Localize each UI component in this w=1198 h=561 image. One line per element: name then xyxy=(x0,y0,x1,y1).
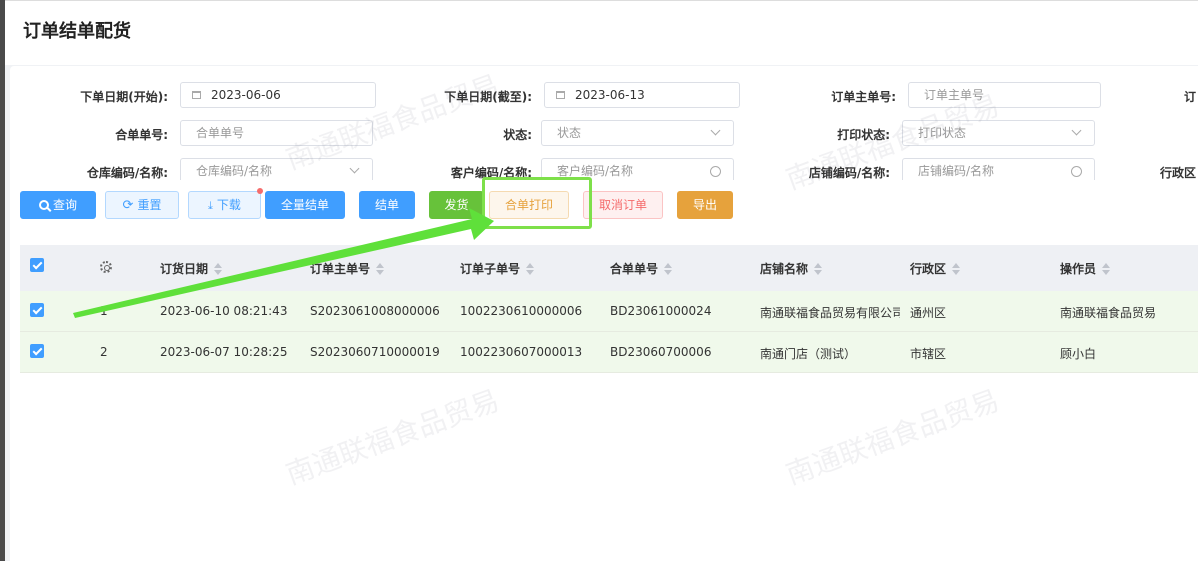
filter-form: 下单日期(开始): 2023-06-06 下单日期(截至): 2023-06-1… xyxy=(10,66,1198,180)
chevron-down-icon xyxy=(1071,125,1082,136)
search-icon xyxy=(710,166,721,177)
gear-icon[interactable] xyxy=(100,261,112,273)
cell-merge-no: BD23061000024 xyxy=(610,304,712,318)
left-sidebar-edge xyxy=(0,0,5,561)
table-row[interactable]: 1 2023-06-10 08:21:43 S2023061008000006 … xyxy=(20,291,1198,332)
sort-icon xyxy=(214,263,223,275)
print-status-label: 打印状态: xyxy=(837,128,890,142)
cell-operator: 顾小白 xyxy=(1060,347,1097,361)
cell-store: 南通联福食品贸易有限公司 xyxy=(760,306,900,320)
ship-button[interactable]: 发货 xyxy=(429,191,484,219)
table-row[interactable]: 2 2023-06-07 10:28:25 S2023060710000019 … xyxy=(20,332,1198,373)
cell-sub-no: 1002230610000006 xyxy=(460,304,583,318)
column-header-store[interactable]: 店铺名称 xyxy=(760,260,823,277)
row-checkbox[interactable] xyxy=(30,344,44,358)
download-icon: ⤓ xyxy=(208,199,213,212)
order-main-no-placeholder: 订单主单号 xyxy=(924,88,985,102)
search-icon xyxy=(1071,166,1082,177)
sort-icon xyxy=(376,263,385,275)
row-index: 2 xyxy=(100,345,108,359)
cell-date: 2023-06-10 08:21:43 xyxy=(160,304,288,318)
row-index: 1 xyxy=(100,304,108,318)
notification-dot xyxy=(257,188,263,194)
status-select[interactable]: 状态 xyxy=(541,120,734,146)
close-all-button[interactable]: 全量结单 xyxy=(265,191,345,219)
cell-operator: 南通联福食品贸易 xyxy=(1060,306,1157,320)
end-date-value: 2023-06-13 xyxy=(575,88,645,102)
search-icon xyxy=(38,200,49,210)
cell-sub-no: 1002230607000013 xyxy=(460,345,583,359)
store-label: 店铺编码/名称: xyxy=(808,166,890,180)
column-header-main-no[interactable]: 订单主单号 xyxy=(310,260,385,277)
column-header-merge-no[interactable]: 合单单号 xyxy=(610,260,673,277)
close-order-button[interactable]: 结单 xyxy=(359,191,415,219)
chevron-down-icon xyxy=(349,163,360,174)
status-placeholder: 状态 xyxy=(557,126,582,140)
district-label: 行政区 xyxy=(1160,166,1197,180)
order-main-no-input[interactable]: 订单主单号 xyxy=(908,82,1101,108)
order-main-no-label: 订单主单号: xyxy=(831,90,896,104)
cell-date: 2023-06-07 10:28:25 xyxy=(160,345,288,359)
start-date-value: 2023-06-06 xyxy=(211,88,281,102)
row-checkbox[interactable] xyxy=(30,303,44,317)
end-date-label: 下单日期(截至): xyxy=(444,90,532,104)
calendar-icon xyxy=(192,91,201,99)
watermark: 南通联福食品贸易 xyxy=(281,383,504,492)
sort-icon xyxy=(814,263,823,275)
table-header: 订货日期 订单主单号 订单子单号 合单单号 店铺名称 行政区 操作员 xyxy=(20,245,1198,291)
reset-button[interactable]: ⟳ 重置 xyxy=(105,191,179,219)
page-title: 订单结单配货 xyxy=(23,21,131,42)
select-all-checkbox[interactable] xyxy=(30,258,44,272)
column-header-operator[interactable]: 操作员 xyxy=(1060,260,1111,277)
print-status-placeholder: 打印状态 xyxy=(918,126,967,140)
watermark: 南通联福食品贸易 xyxy=(781,383,1004,492)
warehouse-select[interactable]: 仓库编码/名称 xyxy=(180,158,373,180)
column-header-sub-no[interactable]: 订单子单号 xyxy=(460,260,535,277)
cell-district: 市辖区 xyxy=(910,347,947,361)
main-panel: 下单日期(开始): 2023-06-06 下单日期(截至): 2023-06-1… xyxy=(10,66,1198,561)
start-date-label: 下单日期(开始): xyxy=(80,90,168,104)
start-date-input[interactable]: 2023-06-06 xyxy=(180,82,376,108)
store-placeholder: 店铺编码/名称 xyxy=(918,164,995,178)
refresh-icon: ⟳ xyxy=(122,198,134,213)
annotation-highlight-box xyxy=(482,177,592,229)
page-header: 订单结单配货 xyxy=(5,0,1198,65)
end-date-input[interactable]: 2023-06-13 xyxy=(544,82,740,108)
warehouse-placeholder: 仓库编码/名称 xyxy=(196,164,273,178)
download-button[interactable]: ⤓ 下载 xyxy=(188,188,263,219)
store-input[interactable]: 店铺编码/名称 xyxy=(902,158,1095,180)
sort-icon xyxy=(526,263,535,275)
sort-icon xyxy=(664,263,673,275)
column-header-district[interactable]: 行政区 xyxy=(910,260,961,277)
column-header-date[interactable]: 订货日期 xyxy=(160,260,223,277)
cell-district: 通州区 xyxy=(910,306,947,320)
cutoff-label-fragment: 订 xyxy=(1184,90,1197,104)
print-status-select[interactable]: 打印状态 xyxy=(902,120,1095,146)
merge-no-label: 合单单号: xyxy=(115,128,168,142)
chevron-down-icon xyxy=(710,125,721,136)
sort-icon xyxy=(1102,263,1111,275)
status-label: 状态: xyxy=(503,128,532,142)
cell-store: 南通门店（测试） xyxy=(760,347,857,361)
query-button[interactable]: 查询 xyxy=(20,191,96,219)
calendar-icon xyxy=(556,91,565,99)
sort-icon xyxy=(952,263,961,275)
cancel-order-button[interactable]: 取消订单 xyxy=(583,191,663,219)
warehouse-label: 仓库编码/名称: xyxy=(86,166,168,180)
cell-main-no: S2023061008000006 xyxy=(310,304,440,318)
cell-merge-no: BD23060700006 xyxy=(610,345,712,359)
export-button[interactable]: 导出 xyxy=(677,191,733,219)
cell-main-no: S2023060710000019 xyxy=(310,345,440,359)
merge-no-placeholder: 合单单号 xyxy=(196,126,245,140)
merge-no-input[interactable]: 合单单号 xyxy=(180,120,373,146)
